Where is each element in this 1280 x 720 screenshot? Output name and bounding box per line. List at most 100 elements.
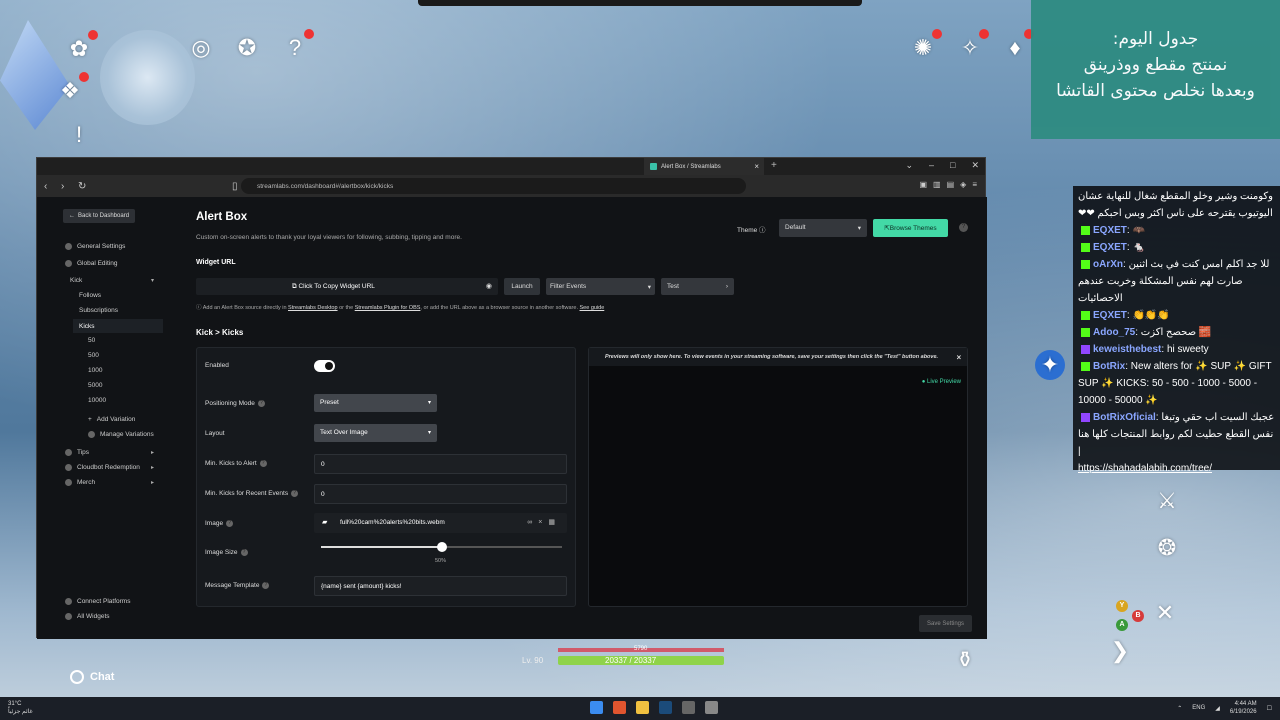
notification-icon[interactable]: ☐	[1267, 705, 1272, 712]
obs-plugin-link[interactable]: Streamlabs Plugin for OBS	[355, 305, 421, 311]
events-icon[interactable]: ♦	[1000, 29, 1034, 63]
sidebar-variation[interactable]: 500	[88, 352, 99, 359]
chat-link[interactable]: https://shahadalabih.com/tree/	[1078, 463, 1212, 474]
wallet-icon[interactable]: ▤	[947, 180, 955, 189]
sidebar-item-general-settings[interactable]: General Settings	[65, 243, 125, 250]
app-icon[interactable]	[705, 701, 718, 714]
quest-icon[interactable]: ❖	[55, 72, 89, 106]
link-icon[interactable]: ∞	[527, 519, 538, 526]
min-kicks-recent-input[interactable]: 0	[314, 484, 567, 504]
slider-thumb[interactable]	[436, 542, 447, 552]
enabled-toggle[interactable]	[314, 360, 335, 372]
url-field[interactable]: streamlabs.com/dashboard#/alertbox/kick/…	[241, 178, 746, 194]
sidebar-label: General Settings	[77, 243, 126, 250]
launch-button[interactable]: Launch	[504, 278, 540, 295]
weather-widget[interactable]: 31°C غائم جزئياً	[8, 700, 33, 716]
compass-icon[interactable]: ✪	[232, 33, 262, 63]
manage-variations-button[interactable]: Manage Variations	[88, 431, 154, 438]
image-size-slider[interactable]	[321, 542, 562, 552]
sidebar-item-cloudbot[interactable]: Cloudbot Redemption ▸	[65, 464, 160, 471]
network-icon[interactable]: ◢	[1215, 705, 1220, 712]
clock[interactable]: 4:44 AM 6/19/2026	[1230, 700, 1257, 716]
widget-url-field[interactable]: ⧉ Click To Copy Widget URL ◉	[196, 278, 498, 295]
close-tab-icon[interactable]: ×	[754, 162, 759, 171]
filter-events-select[interactable]: Filter Events ▾	[546, 278, 655, 295]
sidebar-variation[interactable]: 50	[88, 337, 95, 344]
sidebar-icon[interactable]: ▥	[933, 180, 941, 189]
theme-select[interactable]: Default ▾	[779, 219, 867, 237]
sidebar-item-kick[interactable]: Kick ▾	[70, 277, 160, 284]
steam-icon[interactable]	[659, 701, 672, 714]
min-kicks-alert-input[interactable]: 0	[314, 454, 567, 474]
a-button-icon[interactable]: A	[1116, 619, 1128, 631]
browser-tab[interactable]: Alert Box / Streamlabs ×	[644, 158, 764, 175]
sidebar-item-tips[interactable]: Tips ▸	[65, 449, 160, 456]
sidebar-variation[interactable]: 5000	[88, 382, 102, 389]
attack-icon[interactable]: ⚔	[1152, 486, 1182, 516]
brave-icon[interactable]	[613, 701, 626, 714]
info-icon: ?	[291, 490, 299, 497]
image-file-field[interactable]: ▰ full%20cam%20alerts%20bits.webm ∞×▦	[314, 513, 567, 533]
gadget-icon[interactable]: ⚱	[950, 645, 980, 675]
app-icon[interactable]	[682, 701, 695, 714]
sidebar-item-merch[interactable]: Merch ▸	[65, 479, 160, 486]
new-tab-icon[interactable]: +	[771, 160, 777, 171]
positioning-mode-select[interactable]: Preset ▾	[314, 394, 437, 412]
browse-themes-button[interactable]: ⇱ Browse Themes	[873, 219, 948, 237]
target-icon[interactable]: ◎	[186, 33, 216, 63]
tray-chevron-icon[interactable]: ⌃	[1177, 705, 1182, 712]
layout-select[interactable]: Text Over Image ▾	[314, 424, 437, 442]
wish-icon[interactable]: ✺	[908, 29, 942, 63]
sidebar-item-follows[interactable]: Follows	[79, 292, 101, 299]
copy-widget-url-button[interactable]: ⧉ Click To Copy Widget URL	[292, 283, 375, 291]
skill-icon[interactable]: ❂	[1152, 533, 1182, 563]
game-chat-button[interactable]: Chat	[70, 670, 114, 684]
link-icon	[65, 598, 72, 605]
b-button-icon[interactable]: B	[1132, 610, 1144, 622]
sidebar-item-subscriptions[interactable]: Subscriptions	[79, 307, 118, 314]
test-button[interactable]: Test ›	[661, 278, 734, 295]
folder-icon[interactable]: ▰	[322, 518, 327, 526]
message-template-input[interactable]: {name} sent {amount} kicks!	[314, 576, 567, 596]
back-icon[interactable]: ‹	[44, 181, 54, 192]
minimize-icon[interactable]: –	[929, 160, 934, 171]
sprint-icon[interactable]: ❯	[1105, 636, 1135, 666]
sidebar-item-kicks[interactable]: Kicks	[73, 319, 163, 333]
minimap[interactable]	[100, 30, 195, 125]
close-window-icon[interactable]: ✕	[971, 160, 979, 171]
eye-icon[interactable]: ◉	[486, 282, 492, 290]
clear-icon[interactable]: ×	[538, 519, 548, 526]
sidebar-item-global-editing[interactable]: Global Editing	[65, 260, 117, 267]
see-guide-link[interactable]: See guide	[580, 305, 605, 311]
event-icon[interactable]: ✿	[64, 30, 98, 64]
back-to-dashboard-button[interactable]: ← Back to Dashboard	[63, 209, 136, 223]
shield-icon[interactable]: ◈	[960, 180, 966, 189]
schedule-panel: جدول اليوم: نمنتج مقطع ووذرينق وبعدها نخ…	[1031, 0, 1280, 139]
tab-strip: Alert Box / Streamlabs × + ⌄ – □ ✕	[37, 158, 985, 175]
help-icon[interactable]: ?	[959, 223, 968, 232]
battlepass-icon[interactable]: ✧	[955, 29, 989, 63]
grid-icon[interactable]: ▦	[548, 519, 561, 526]
menu-icon[interactable]: ≡	[972, 180, 977, 189]
explorer-icon[interactable]	[636, 701, 649, 714]
start-icon[interactable]	[590, 701, 603, 714]
connect-platforms-link[interactable]: Connect Platforms	[65, 598, 130, 605]
tab-search-icon[interactable]: ⌄	[905, 160, 913, 171]
plus-icon: +	[88, 416, 92, 423]
add-variation-button[interactable]: + Add Variation	[88, 416, 135, 423]
extension-icon[interactable]: ▣	[919, 180, 927, 189]
burst-icon[interactable]: ✕	[1150, 598, 1180, 628]
language-indicator[interactable]: ENG	[1192, 705, 1205, 711]
reload-icon[interactable]: ↻	[78, 181, 88, 192]
sidebar-variation[interactable]: 1000	[88, 367, 102, 374]
forward-icon[interactable]: ›	[61, 181, 71, 192]
maximize-icon[interactable]: □	[950, 160, 955, 171]
sidebar-variation[interactable]: 10000	[88, 397, 106, 404]
help-icon[interactable]: ?	[280, 29, 314, 63]
save-settings-button[interactable]: Save Settings	[919, 615, 972, 632]
streamlabs-desktop-link[interactable]: Streamlabs Desktop	[288, 305, 338, 311]
all-widgets-link[interactable]: All Widgets	[65, 613, 110, 620]
close-icon[interactable]: ×	[956, 353, 961, 362]
alert-icon[interactable]: !	[64, 120, 94, 150]
y-button-icon[interactable]: Y	[1116, 600, 1128, 612]
